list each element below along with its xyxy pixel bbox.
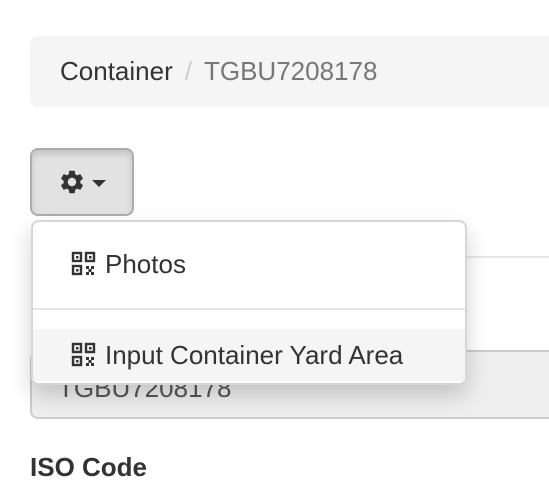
breadcrumb: Container / TGBU7208178 <box>30 36 549 107</box>
panel-divider <box>466 256 549 258</box>
breadcrumb-item-container[interactable]: Container <box>60 56 173 87</box>
caret-down-icon <box>92 179 106 187</box>
iso-code-label: ISO Code <box>30 452 148 482</box>
menu-item-input-container-yard-area-label: Input Container Yard Area <box>105 339 404 370</box>
breadcrumb-item-current: TGBU7208178 <box>203 56 378 86</box>
qrcode-icon <box>71 342 97 368</box>
menu-item-photos-label: Photos <box>105 248 186 279</box>
actions-dropdown-menu: Photos Input Container Yard Area <box>31 220 467 385</box>
settings-dropdown-button[interactable] <box>30 148 134 216</box>
menu-item-input-container-yard-area[interactable]: Input Container Yard Area <box>33 329 465 381</box>
menu-item-photos[interactable]: Photos <box>33 238 465 290</box>
breadcrumb-separator: / <box>184 56 192 86</box>
menu-divider <box>33 308 465 310</box>
gear-icon <box>58 168 86 196</box>
qrcode-icon <box>71 251 97 277</box>
